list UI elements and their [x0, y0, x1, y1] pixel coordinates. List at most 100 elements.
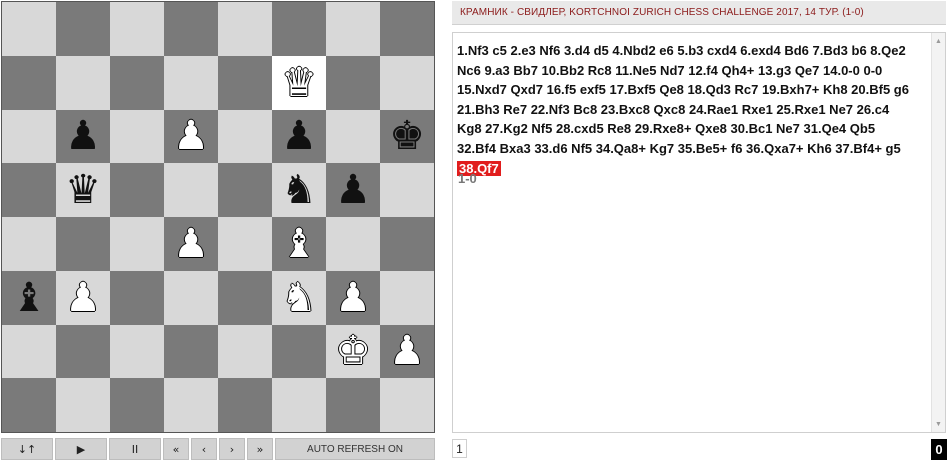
- play-button[interactable]: ▶: [55, 438, 107, 460]
- chevron-left-icon: ‹: [201, 442, 207, 456]
- square-h5[interactable]: [380, 163, 434, 217]
- square-f7[interactable]: ♛: [272, 55, 326, 110]
- move-list-text[interactable]: 1.Nf3 c5 2.e3 Nf6 3.d4 d5 4.Nbd2 e6 5.b3…: [457, 43, 909, 156]
- square-h4[interactable]: [380, 217, 434, 271]
- square-c2[interactable]: [110, 324, 164, 379]
- square-d4[interactable]: ♟: [164, 217, 218, 271]
- square-d1[interactable]: [164, 378, 218, 432]
- square-e3[interactable]: [218, 270, 272, 325]
- square-d5[interactable]: [164, 163, 218, 217]
- square-e2[interactable]: [218, 324, 272, 379]
- square-b5[interactable]: ♛: [56, 163, 110, 217]
- square-c7[interactable]: [110, 55, 164, 110]
- square-f1[interactable]: [272, 378, 326, 432]
- square-a8[interactable]: [2, 2, 56, 56]
- white-pawn-icon[interactable]: ♟: [65, 278, 101, 318]
- square-g2[interactable]: ♚: [326, 324, 380, 379]
- square-g5[interactable]: ♟: [326, 163, 380, 217]
- square-e8[interactable]: [218, 2, 272, 56]
- square-f5[interactable]: ♞: [272, 163, 326, 217]
- black-knight-icon[interactable]: ♞: [281, 170, 317, 210]
- square-d2[interactable]: [164, 324, 218, 379]
- square-h3[interactable]: [380, 270, 434, 325]
- square-d7[interactable]: [164, 55, 218, 110]
- square-h7[interactable]: [380, 55, 434, 110]
- black-pawn-icon[interactable]: ♟: [281, 116, 317, 156]
- square-b1[interactable]: [56, 378, 110, 432]
- scroll-up-arrow-icon[interactable]: ▲: [932, 35, 945, 47]
- square-h8[interactable]: [380, 2, 434, 56]
- square-b2[interactable]: [56, 324, 110, 379]
- square-e1[interactable]: [218, 378, 272, 432]
- first-move-button[interactable]: «: [163, 438, 189, 460]
- white-queen-icon[interactable]: ♛: [281, 63, 317, 103]
- square-g6[interactable]: [326, 109, 380, 164]
- black-bishop-icon[interactable]: ♝: [11, 278, 47, 318]
- square-b7[interactable]: [56, 55, 110, 110]
- black-pawn-icon[interactable]: ♟: [65, 116, 101, 156]
- square-e5[interactable]: [218, 163, 272, 217]
- square-d8[interactable]: [164, 2, 218, 56]
- square-b4[interactable]: [56, 217, 110, 271]
- square-h1[interactable]: [380, 378, 434, 432]
- game-result: 1-0: [458, 171, 477, 186]
- flip-board-button[interactable]: ↓↑: [1, 438, 53, 460]
- square-g8[interactable]: [326, 2, 380, 56]
- square-b8[interactable]: [56, 2, 110, 56]
- square-c4[interactable]: [110, 217, 164, 271]
- square-a4[interactable]: [2, 217, 56, 271]
- square-h6[interactable]: ♚: [380, 109, 434, 164]
- square-b6[interactable]: ♟: [56, 109, 110, 164]
- white-pawn-icon[interactable]: ♟: [173, 116, 209, 156]
- last-move-button[interactable]: »: [247, 438, 273, 460]
- square-a7[interactable]: [2, 55, 56, 110]
- square-a3[interactable]: ♝: [2, 270, 56, 325]
- square-c6[interactable]: [110, 109, 164, 164]
- scroll-down-arrow-icon[interactable]: ▼: [932, 418, 945, 430]
- square-d6[interactable]: ♟: [164, 109, 218, 164]
- square-f2[interactable]: [272, 324, 326, 379]
- square-c5[interactable]: [110, 163, 164, 217]
- white-pawn-icon[interactable]: ♟: [335, 278, 371, 318]
- square-b3[interactable]: ♟: [56, 270, 110, 325]
- square-h2[interactable]: ♟: [380, 324, 434, 379]
- white-bishop-icon[interactable]: ♝: [281, 224, 317, 264]
- square-a5[interactable]: [2, 163, 56, 217]
- white-pawn-icon[interactable]: ♟: [173, 224, 209, 264]
- square-d3[interactable]: [164, 270, 218, 325]
- square-c3[interactable]: [110, 270, 164, 325]
- previous-move-button[interactable]: ‹: [191, 438, 217, 460]
- pause-button[interactable]: II: [109, 438, 161, 460]
- chess-board[interactable]: ♛ ♟ ♟ ♟ ♚ ♛ ♞ ♟ ♟ ♝ ♝ ♟ ♞ ♟ ♚ ♟: [1, 1, 435, 433]
- square-f8[interactable]: [272, 2, 326, 56]
- square-c1[interactable]: [110, 378, 164, 432]
- white-knight-icon[interactable]: ♞: [281, 278, 317, 318]
- square-g7[interactable]: [326, 55, 380, 110]
- next-move-button[interactable]: ›: [219, 438, 245, 460]
- square-e7[interactable]: [218, 55, 272, 110]
- white-king-icon[interactable]: ♚: [335, 331, 371, 371]
- moves-scrollbar[interactable]: ▲ ▼: [931, 33, 945, 432]
- black-king-icon[interactable]: ♚: [389, 116, 425, 156]
- square-f6[interactable]: ♟: [272, 109, 326, 164]
- square-g1[interactable]: [326, 378, 380, 432]
- square-e4[interactable]: [218, 217, 272, 271]
- square-c8[interactable]: [110, 2, 164, 56]
- square-f3[interactable]: ♞: [272, 270, 326, 325]
- square-a2[interactable]: [2, 324, 56, 379]
- move-list: 1.Nf3 c5 2.e3 Nf6 3.d4 d5 4.Nbd2 e6 5.b3…: [457, 41, 917, 178]
- page-number[interactable]: 1: [452, 439, 467, 458]
- square-f4[interactable]: ♝: [272, 217, 326, 271]
- double-chevron-right-icon: »: [256, 442, 264, 456]
- square-g4[interactable]: [326, 217, 380, 271]
- moves-panel[interactable]: 1.Nf3 c5 2.e3 Nf6 3.d4 d5 4.Nbd2 e6 5.b3…: [452, 32, 946, 433]
- square-a6[interactable]: [2, 109, 56, 164]
- square-e6[interactable]: [218, 109, 272, 164]
- count-badge: 0: [931, 439, 947, 460]
- black-queen-icon[interactable]: ♛: [65, 170, 101, 210]
- black-pawn-icon[interactable]: ♟: [335, 170, 371, 210]
- square-a1[interactable]: [2, 378, 56, 432]
- white-pawn-icon[interactable]: ♟: [389, 331, 425, 371]
- auto-refresh-toggle[interactable]: AUTO REFRESH ON: [275, 438, 435, 460]
- square-g3[interactable]: ♟: [326, 270, 380, 325]
